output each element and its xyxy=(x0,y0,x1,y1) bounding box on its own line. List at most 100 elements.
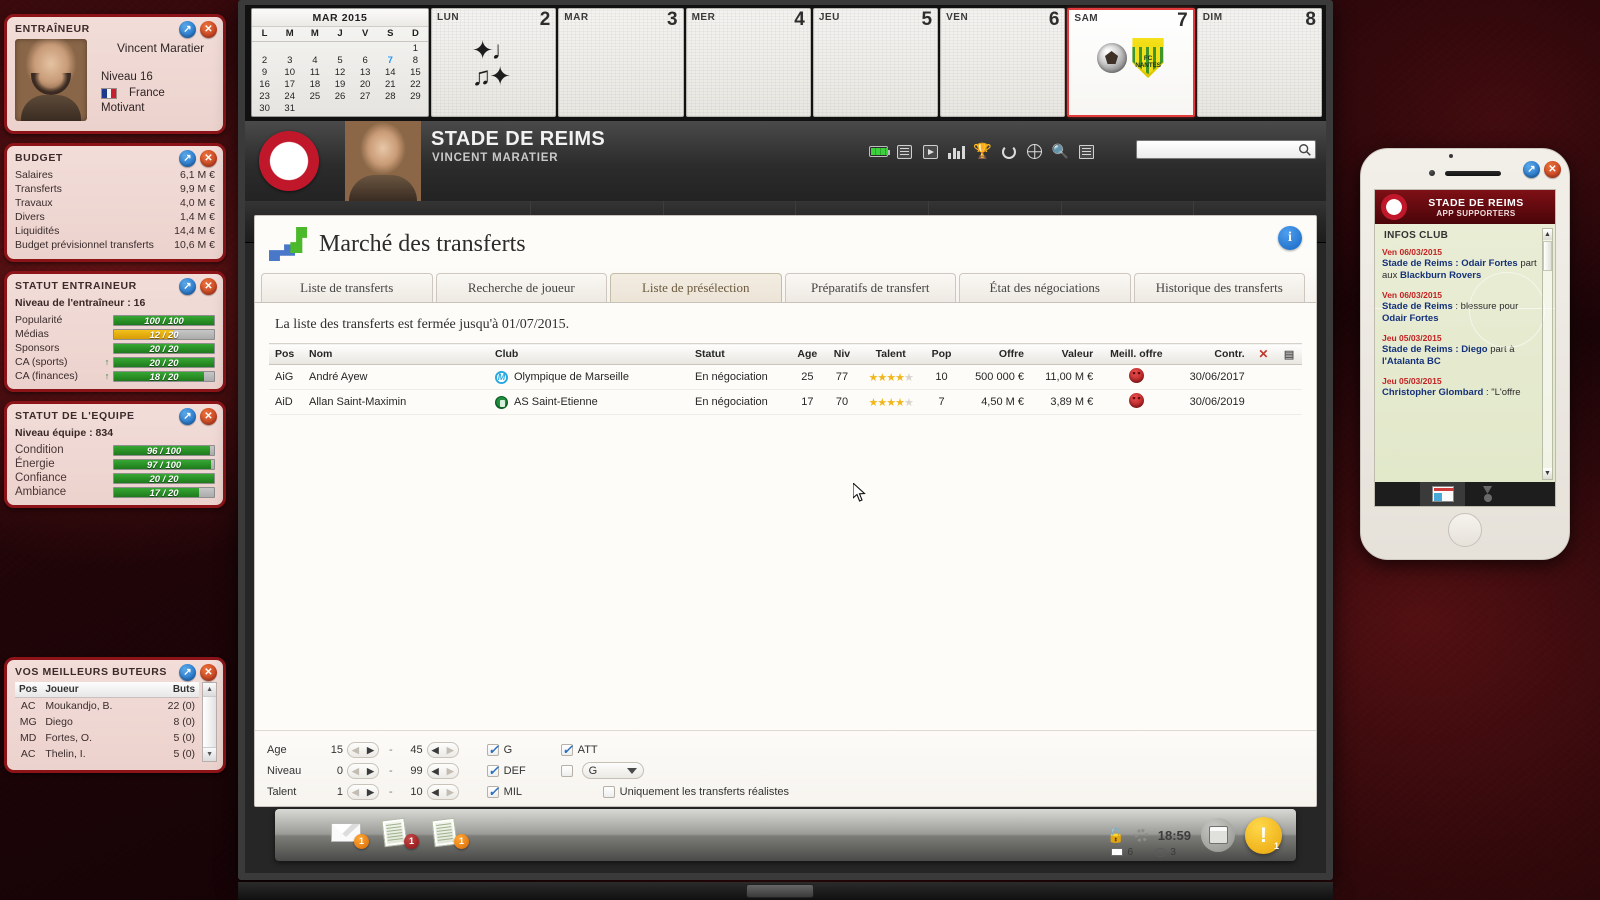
list-item[interactable]: AC Moukandjo, B. 22 (0) xyxy=(15,698,199,715)
column-header[interactable]: Offre xyxy=(959,343,1030,365)
filter-position-g[interactable]: G xyxy=(486,742,561,758)
calendar-day[interactable]: 9 xyxy=(252,66,277,78)
calendar-day[interactable]: 19 xyxy=(327,78,352,90)
calendar-day[interactable]: 17 xyxy=(277,78,302,90)
calendar-day[interactable]: 20 xyxy=(353,78,378,90)
calendar-day[interactable]: 21 xyxy=(378,78,403,90)
remove-row-button[interactable] xyxy=(1250,389,1277,415)
calendar-day-column[interactable]: SAM 7 FC NANTES xyxy=(1067,8,1195,117)
popout-icon[interactable]: ↗ xyxy=(179,150,196,167)
close-icon[interactable]: ✕ xyxy=(200,278,217,295)
calendar-day-column[interactable]: MAR 3 xyxy=(558,8,684,117)
search-input[interactable] xyxy=(1137,142,1315,160)
calendar-day[interactable] xyxy=(302,102,327,114)
stepper-left-icon[interactable]: ◀ xyxy=(428,764,443,778)
column-header[interactable]: Joueur xyxy=(41,682,149,698)
stepper-right-icon[interactable]: ▶ xyxy=(443,743,458,757)
phone-tab-empty2[interactable] xyxy=(1510,482,1555,506)
column-header[interactable]: Contr. xyxy=(1173,343,1251,365)
calendar-day[interactable]: 2 xyxy=(252,54,277,66)
max-stepper[interactable]: ◀ ▶ xyxy=(426,783,459,800)
phone-tab-medal[interactable] xyxy=(1465,482,1510,506)
tab-historique-des-transferts[interactable]: Historique des transferts xyxy=(1133,273,1305,302)
list-item[interactable]: AC Thelin, I. 5 (0) xyxy=(15,746,199,762)
search-box[interactable] xyxy=(1136,140,1316,160)
tab-liste-de-pr-s-lection[interactable]: Liste de présélection xyxy=(610,273,782,302)
scrollbar-thumb[interactable] xyxy=(203,696,216,748)
mini-calendar[interactable]: MAR 2015 LMMJVSD 1 2 3 4 5 6 7 8 9 10 11 12 13 14 15 16… xyxy=(251,8,429,117)
calendar-day[interactable]: 25 xyxy=(302,90,327,102)
scroll-up-icon[interactable]: ▲ xyxy=(1543,229,1552,240)
column-header[interactable]: Pos xyxy=(269,343,303,365)
scroll-up-icon[interactable]: ▲ xyxy=(203,683,216,696)
position-select[interactable]: G xyxy=(581,762,644,779)
close-icon[interactable]: ✕ xyxy=(200,150,217,167)
calendar-day-column[interactable]: MER 4 xyxy=(685,8,811,117)
news-item[interactable]: Ven 06/03/2015 Stade de Reims : Odair Fo… xyxy=(1382,246,1541,282)
stats-icon[interactable] xyxy=(947,143,966,160)
globe-icon[interactable] xyxy=(1025,143,1044,160)
tab--tat-des-n-gociations[interactable]: État des négociations xyxy=(959,273,1131,302)
calendar-day[interactable]: 28 xyxy=(378,90,403,102)
calendar-day[interactable]: 14 xyxy=(378,66,403,78)
stepper-left-icon[interactable]: ◀ xyxy=(348,743,363,757)
column-header[interactable]: Club xyxy=(489,343,689,365)
filter-realistic[interactable]: Uniquement les transferts réalistes xyxy=(602,785,789,798)
column-header[interactable]: Pos xyxy=(15,682,42,698)
column-header[interactable]: Talent xyxy=(858,343,924,365)
search-icon[interactable] xyxy=(1298,143,1312,157)
calendar-day[interactable] xyxy=(378,102,403,114)
column-header[interactable]: Nom xyxy=(303,343,489,365)
column-header-doc[interactable]: ▤ xyxy=(1276,343,1302,365)
checkbox[interactable] xyxy=(486,784,499,800)
phone-tab-empty[interactable] xyxy=(1375,482,1420,506)
scrollbar-thumb[interactable] xyxy=(1543,241,1552,271)
calendar-day[interactable]: 5 xyxy=(327,54,352,66)
news-item[interactable]: Ven 06/03/2015 Stade de Reims : blessure… xyxy=(1382,289,1541,325)
continue-button[interactable]: ! 1 xyxy=(1245,816,1282,854)
calendar-day[interactable]: 22 xyxy=(403,78,428,90)
calendar-day-column[interactable]: JEU 5 xyxy=(812,8,939,117)
calendar-day[interactable]: 1 xyxy=(403,42,428,55)
calendar-day[interactable]: 18 xyxy=(302,78,327,90)
mail-icon[interactable]: 1 xyxy=(331,817,369,849)
stepper-right-icon[interactable]: ▶ xyxy=(443,785,458,799)
calendar-day[interactable] xyxy=(353,102,378,114)
filter-position-att[interactable]: ATT xyxy=(560,742,598,758)
list-item[interactable]: MD Fortes, O. 5 (0) xyxy=(15,730,199,746)
filter-position-mil[interactable]: MIL xyxy=(486,784,561,800)
calendar-day[interactable]: 24 xyxy=(277,90,302,102)
max-stepper[interactable]: ◀ ▶ xyxy=(426,762,459,779)
calendar-day[interactable]: 16 xyxy=(252,78,277,90)
calendar-day[interactable]: 10 xyxy=(277,66,302,78)
calendar-day[interactable] xyxy=(403,102,428,114)
column-header-clear[interactable]: ✕ xyxy=(1250,343,1277,365)
calendar-day[interactable] xyxy=(353,42,378,55)
phone-tab-news[interactable] xyxy=(1420,482,1465,506)
calendar-day-column[interactable]: LUN 2 ✦♩ ♫✦ xyxy=(431,8,557,117)
calendar-day[interactable] xyxy=(252,42,277,55)
close-icon[interactable]: ✕ xyxy=(200,21,217,38)
column-header[interactable]: Pop xyxy=(923,343,960,365)
calendar-day[interactable]: 6 xyxy=(353,54,378,66)
calendar-button[interactable] xyxy=(1201,818,1235,852)
calendar-day[interactable]: 31 xyxy=(277,102,302,114)
calendar-day[interactable]: 12 xyxy=(327,66,352,78)
stepper-left-icon[interactable]: ◀ xyxy=(348,785,363,799)
calendar-day[interactable] xyxy=(378,42,403,55)
calendar-day[interactable] xyxy=(327,42,352,55)
popout-icon[interactable]: ↗ xyxy=(179,21,196,38)
row-doc-button[interactable] xyxy=(1276,364,1302,390)
calendar-day[interactable]: 15 xyxy=(403,66,428,78)
min-stepper[interactable]: ◀ ▶ xyxy=(347,741,379,758)
trophy-icon[interactable]: 🏆 xyxy=(973,143,992,160)
calendar-day-column[interactable]: DIM 8 xyxy=(1196,8,1322,117)
taskbar-item[interactable] xyxy=(746,884,814,898)
calendar-day[interactable] xyxy=(302,42,327,55)
stepper-right-icon[interactable]: ▶ xyxy=(363,743,378,757)
column-header[interactable]: Niv xyxy=(825,343,859,365)
calendar-day[interactable] xyxy=(327,102,352,114)
phone-home-button[interactable] xyxy=(1448,513,1482,547)
stepper-right-icon[interactable]: ▶ xyxy=(443,764,458,778)
column-header[interactable]: Age xyxy=(789,343,826,365)
